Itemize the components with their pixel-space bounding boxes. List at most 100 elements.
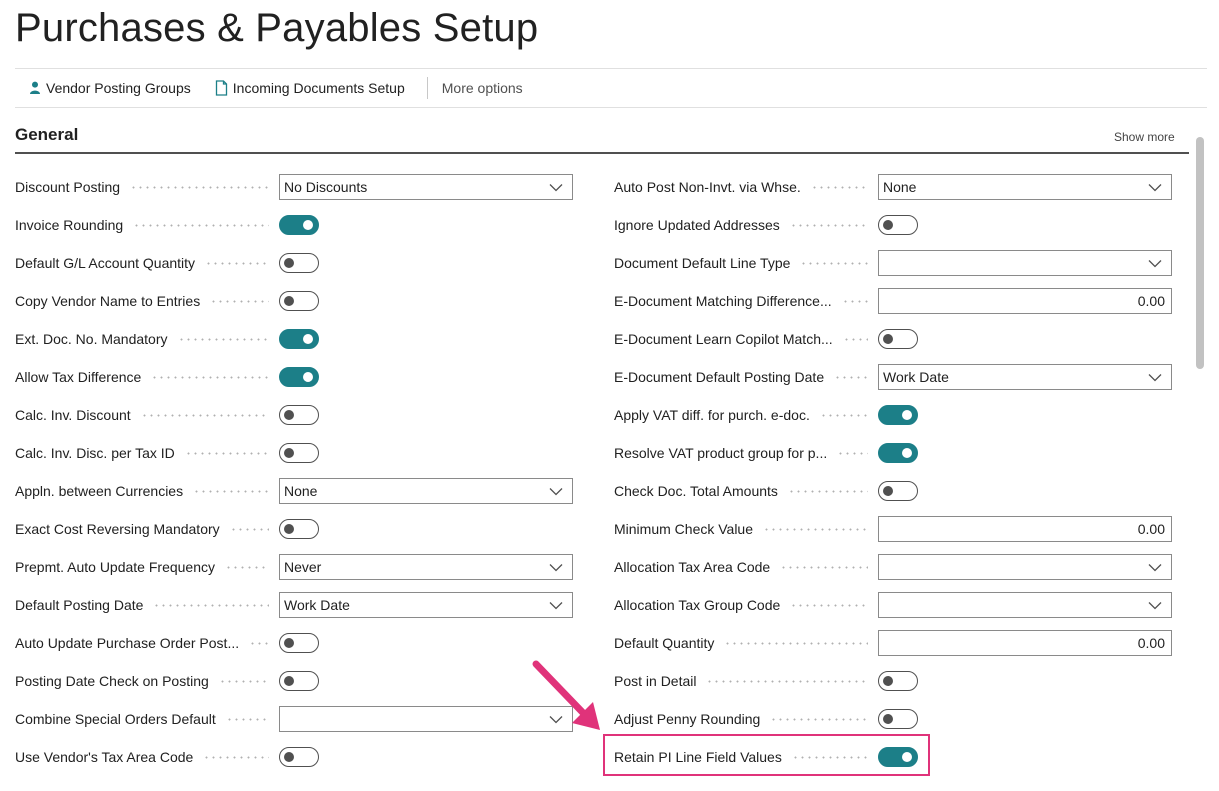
- e-document-matching-difference-input[interactable]: 0.00: [878, 288, 1172, 314]
- toggle-knob: [284, 638, 294, 648]
- check-doc-total-amounts-toggle[interactable]: [878, 481, 918, 501]
- field-row-allocation-tax-group-code: Allocation Tax Group Code: [614, 586, 1174, 624]
- document-default-line-type-select[interactable]: [878, 250, 1172, 276]
- invoice-rounding-toggle[interactable]: [279, 215, 319, 235]
- dot-leader: [218, 679, 269, 683]
- calc-inv-disc-per-tax-id-toggle[interactable]: [279, 443, 319, 463]
- action-bar: Vendor Posting Groups Incoming Documents…: [15, 68, 1207, 108]
- field-label-calc-inv-disc-per-tax-id: Calc. Inv. Disc. per Tax ID: [15, 445, 279, 461]
- prepmt-auto-update-frequency-select[interactable]: Never: [279, 554, 573, 580]
- field-label-check-doc-total-amounts: Check Doc. Total Amounts: [614, 483, 878, 499]
- field-row-check-doc-total-amounts: Check Doc. Total Amounts: [614, 472, 1174, 510]
- field-control-wrapper: [279, 519, 319, 539]
- field-label-default-posting-date: Default Posting Date: [15, 597, 279, 613]
- ext-doc-no-mandatory-toggle[interactable]: [279, 329, 319, 349]
- dot-leader: [249, 641, 269, 645]
- combine-special-orders-default-select[interactable]: [279, 706, 573, 732]
- dot-leader: [225, 565, 269, 569]
- ignore-updated-addresses-toggle[interactable]: [878, 215, 918, 235]
- chevron-down-icon: [546, 557, 566, 577]
- field-control-wrapper: [878, 329, 918, 349]
- allocation-tax-area-code-select[interactable]: [878, 554, 1172, 580]
- default-gl-account-quantity-toggle[interactable]: [279, 253, 319, 273]
- more-options-button[interactable]: More options: [442, 80, 523, 96]
- field-row-exact-cost-reversing-mandatory: Exact Cost Reversing Mandatory: [15, 510, 575, 548]
- dot-leader: [790, 603, 868, 607]
- dot-leader: [834, 375, 868, 379]
- discount-posting-select[interactable]: No Discounts: [279, 174, 573, 200]
- dot-leader: [193, 489, 269, 493]
- copy-vendor-name-to-entries-toggle[interactable]: [279, 291, 319, 311]
- field-label-discount-posting: Discount Posting: [15, 179, 279, 195]
- field-label-text: Default G/L Account Quantity: [15, 255, 196, 271]
- field-label-calc-inv-discount: Calc. Inv. Discount: [15, 407, 279, 423]
- allocation-tax-group-code-select[interactable]: [878, 592, 1172, 618]
- calc-inv-discount-toggle[interactable]: [279, 405, 319, 425]
- apply-vat-diff-for-purch-e-doc-toggle[interactable]: [878, 405, 918, 425]
- incoming-documents-setup-button[interactable]: Incoming Documents Setup: [215, 80, 405, 96]
- field-label-auto-update-purchase-order-post: Auto Update Purchase Order Post...: [15, 635, 279, 651]
- allow-tax-difference-toggle[interactable]: [279, 367, 319, 387]
- chevron-down-icon: [546, 177, 566, 197]
- toggle-knob: [284, 410, 294, 420]
- minimum-check-value-input[interactable]: 0.00: [878, 516, 1172, 542]
- vendor-posting-groups-button[interactable]: Vendor Posting Groups: [29, 80, 191, 96]
- field-row-default-quantity: Default Quantity 0.00: [614, 624, 1174, 662]
- chevron-down-icon: [1145, 367, 1165, 387]
- use-vendors-tax-area-code-toggle[interactable]: [279, 747, 319, 767]
- field-label-text: E-Document Learn Copilot Match...: [614, 331, 833, 347]
- resolve-vat-product-group-toggle[interactable]: [878, 443, 918, 463]
- field-label-text: E-Document Matching Difference...: [614, 293, 832, 309]
- field-label-prepmt-auto-update-frequency: Prepmt. Auto Update Frequency: [15, 559, 279, 575]
- field-label-copy-vendor-name-to-entries: Copy Vendor Name to Entries: [15, 293, 279, 309]
- exact-cost-reversing-mandatory-toggle[interactable]: [279, 519, 319, 539]
- e-document-default-posting-date-select[interactable]: Work Date: [878, 364, 1172, 390]
- toggle-knob: [883, 486, 893, 496]
- auto-post-non-invt-via-whse-select[interactable]: None: [878, 174, 1172, 200]
- retain-pi-line-field-values-toggle[interactable]: [878, 747, 918, 767]
- section-title-general[interactable]: General: [15, 125, 78, 145]
- dot-leader: [837, 451, 868, 455]
- field-control-wrapper: No Discounts: [279, 174, 573, 200]
- field-label-document-default-line-type: Document Default Line Type: [614, 255, 878, 271]
- show-more-link[interactable]: Show more: [1114, 130, 1175, 144]
- select-value: Work Date: [284, 597, 350, 613]
- default-quantity-input[interactable]: 0.00: [878, 630, 1172, 656]
- field-control-wrapper: [279, 291, 319, 311]
- field-control-wrapper: Never: [279, 554, 573, 580]
- appln-between-currencies-select[interactable]: None: [279, 478, 573, 504]
- field-label-text: Ext. Doc. No. Mandatory: [15, 331, 168, 347]
- field-control-wrapper: [279, 706, 573, 732]
- field-label-text: Default Posting Date: [15, 597, 144, 613]
- default-posting-date-select[interactable]: Work Date: [279, 592, 573, 618]
- field-control-wrapper: [878, 405, 918, 425]
- right-field-column: Auto Post Non-Invt. via Whse. None Ignore …: [614, 168, 1174, 776]
- field-row-ignore-updated-addresses: Ignore Updated Addresses: [614, 206, 1174, 244]
- toggle-knob: [883, 676, 893, 686]
- chevron-down-icon: [546, 481, 566, 501]
- field-label-ext-doc-no-mandatory: Ext. Doc. No. Mandatory: [15, 331, 279, 347]
- chevron-down-icon: [1145, 253, 1165, 273]
- field-label-text: E-Document Default Posting Date: [614, 369, 825, 385]
- posting-date-check-on-posting-toggle[interactable]: [279, 671, 319, 691]
- adjust-penny-rounding-toggle[interactable]: [878, 709, 918, 729]
- scrollbar-thumb[interactable]: [1196, 137, 1204, 369]
- auto-update-purchase-order-post-toggle[interactable]: [279, 633, 319, 653]
- field-label-e-document-matching-difference: E-Document Matching Difference...: [614, 293, 878, 309]
- field-row-prepmt-auto-update-frequency: Prepmt. Auto Update Frequency Never: [15, 548, 575, 586]
- field-row-document-default-line-type: Document Default Line Type: [614, 244, 1174, 282]
- field-row-allow-tax-difference: Allow Tax Difference: [15, 358, 575, 396]
- field-label-text: Check Doc. Total Amounts: [614, 483, 778, 499]
- field-row-copy-vendor-name-to-entries: Copy Vendor Name to Entries: [15, 282, 575, 320]
- field-label-text: Prepmt. Auto Update Frequency: [15, 559, 215, 575]
- dot-leader: [763, 527, 868, 531]
- field-label-text: Auto Update Purchase Order Post...: [15, 635, 240, 651]
- toggle-knob: [284, 676, 294, 686]
- dot-leader: [151, 375, 269, 379]
- post-in-detail-toggle[interactable]: [878, 671, 918, 691]
- chevron-down-icon: [1145, 557, 1165, 577]
- toggle-knob: [284, 258, 294, 268]
- dot-leader: [724, 641, 868, 645]
- e-document-learn-copilot-match-toggle[interactable]: [878, 329, 918, 349]
- field-row-use-vendors-tax-area-code: Use Vendor's Tax Area Code: [15, 738, 575, 776]
